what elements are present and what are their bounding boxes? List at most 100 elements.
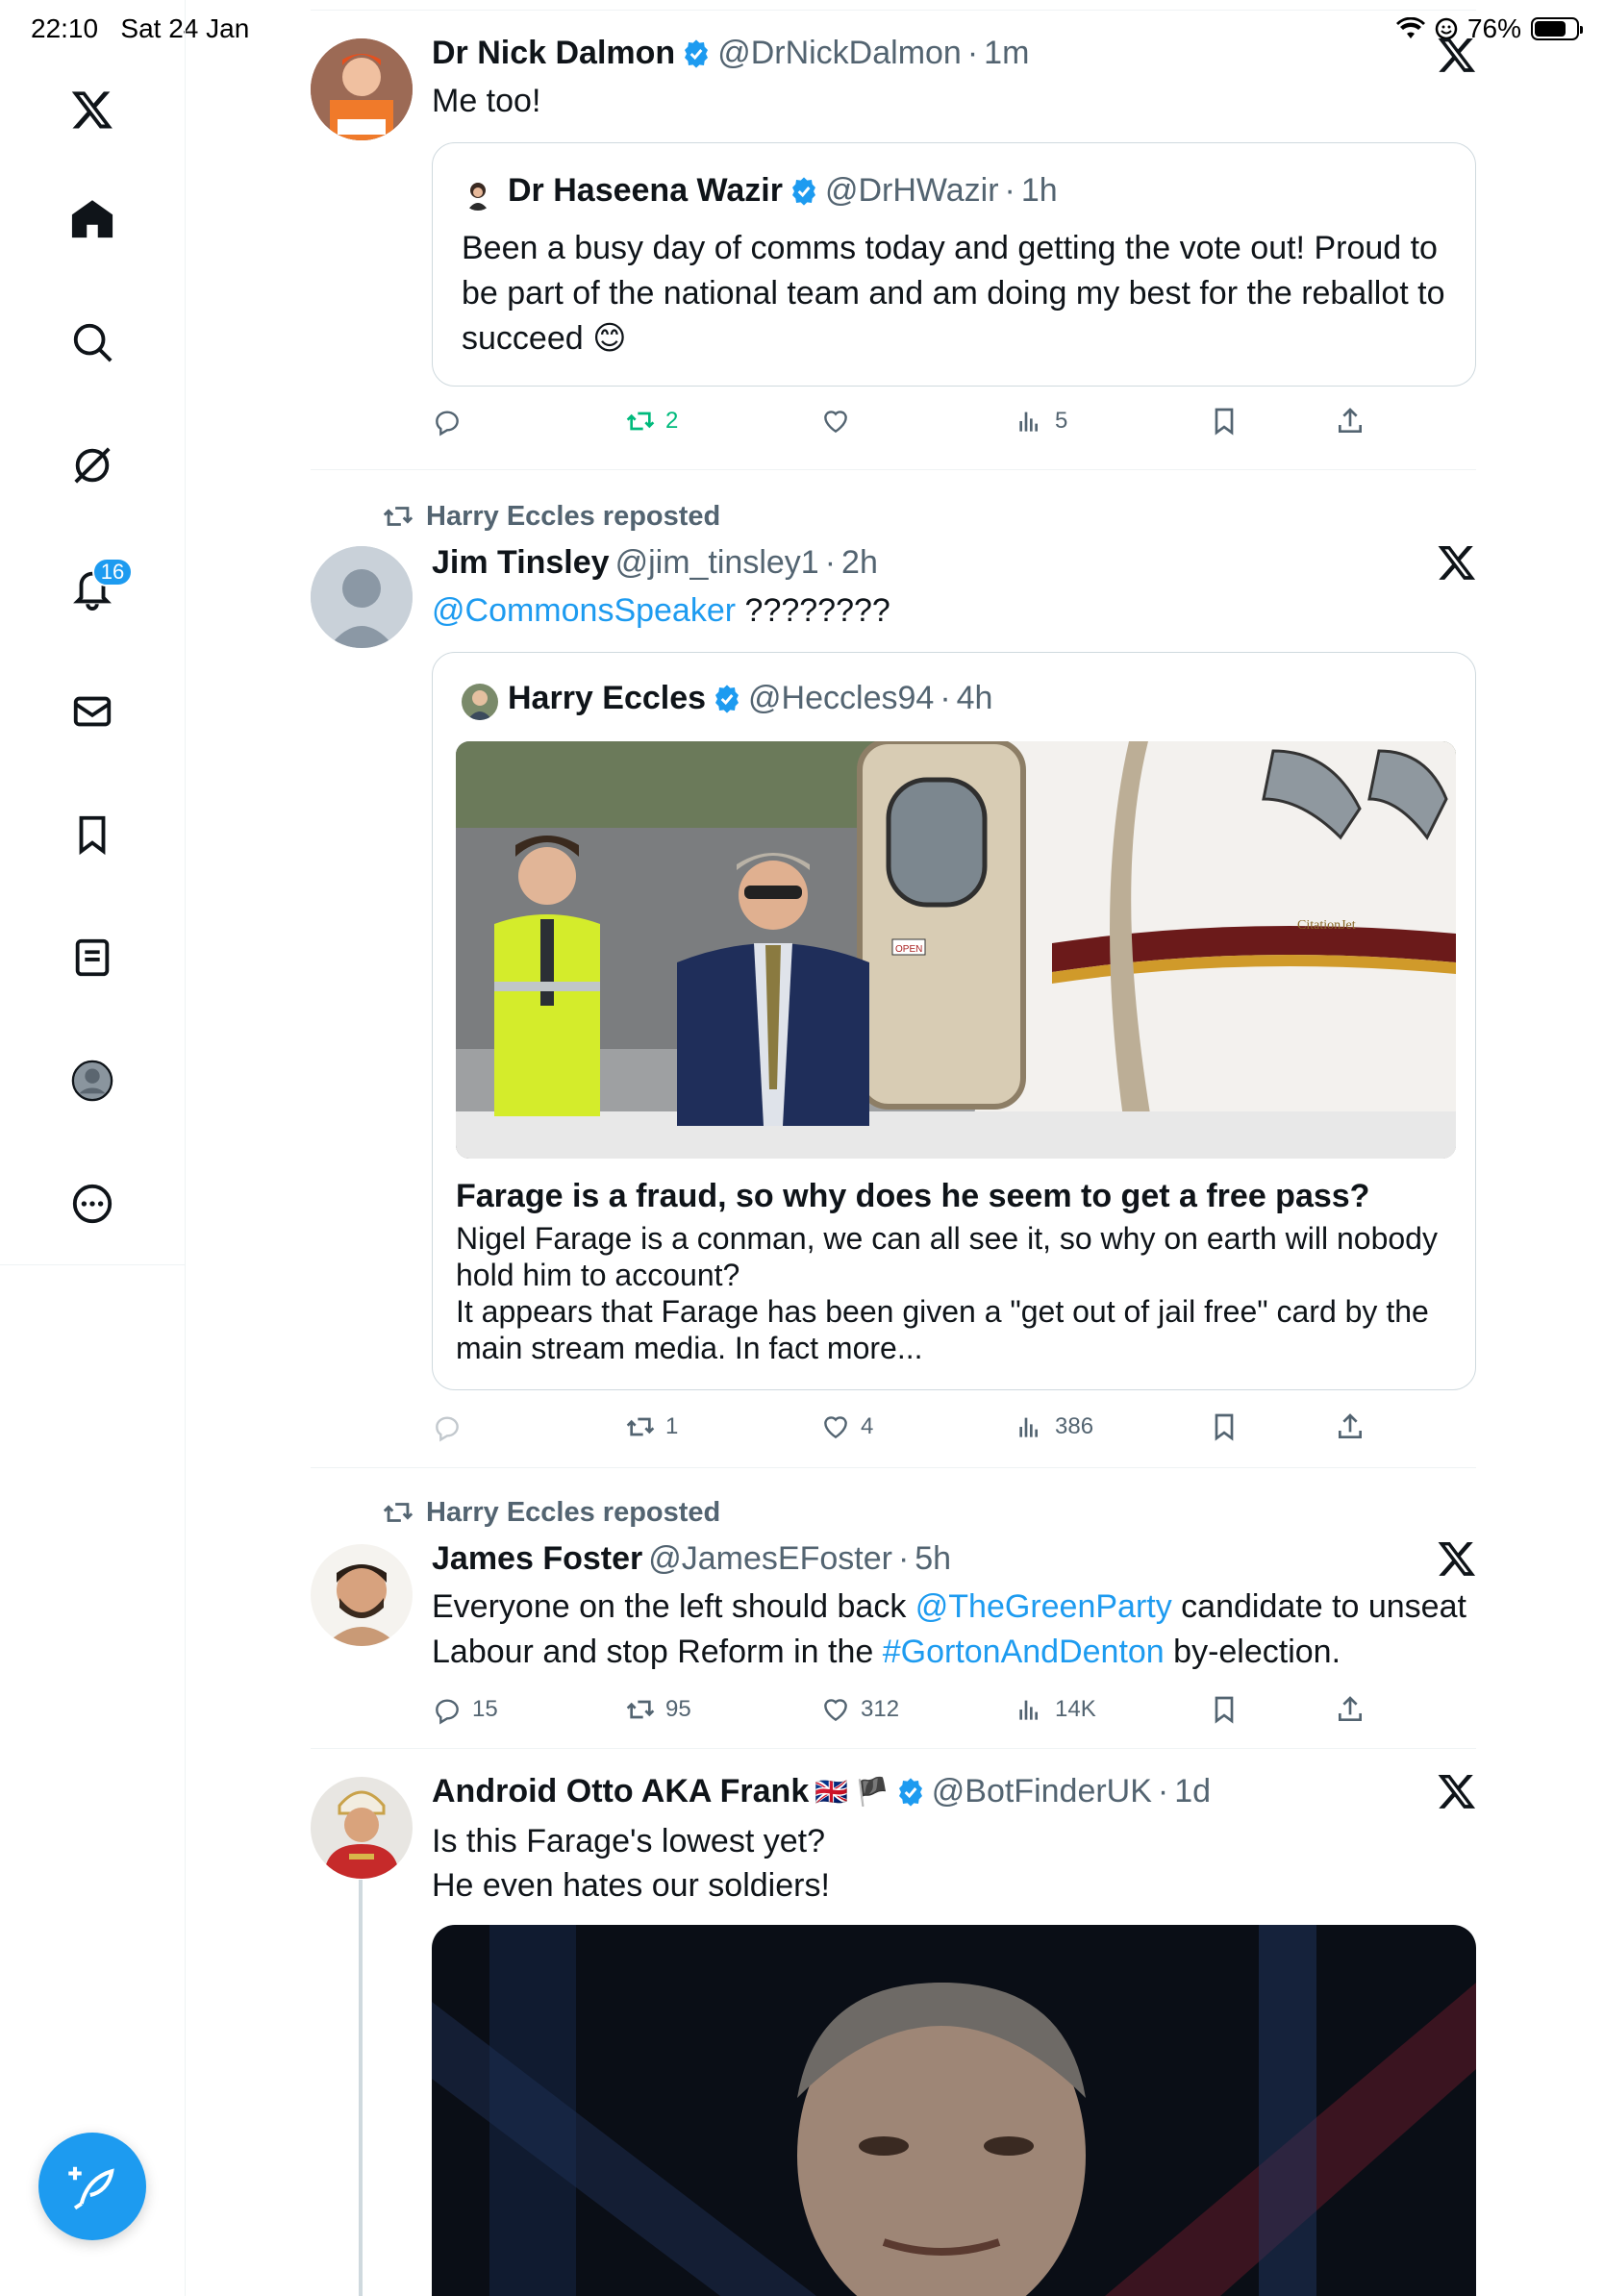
author-flags: 🇬🇧 🏴 xyxy=(815,1777,890,1807)
repost-icon xyxy=(626,1417,655,1436)
quote-header: Dr Haseena Wazir @DrHWazir · 1h xyxy=(508,172,1058,210)
mention-link[interactable]: @CommonsSpeaker xyxy=(432,592,736,629)
repost-button[interactable]: 2 xyxy=(625,406,678,437)
grok-icon[interactable] xyxy=(60,433,125,498)
bookmark-icon xyxy=(1215,408,1234,436)
repost-count: 95 xyxy=(665,1696,691,1722)
share-button[interactable] xyxy=(1335,406,1366,437)
share-button[interactable] xyxy=(1335,1694,1366,1725)
tweet-text: Me too! xyxy=(432,83,541,119)
like-button[interactable]: 4 xyxy=(820,1411,873,1442)
dot-separator: · xyxy=(940,680,951,716)
views-icon xyxy=(1019,1417,1038,1437)
quote-avatar xyxy=(462,178,494,211)
tweet-media-image[interactable] xyxy=(432,1925,1476,2296)
author-handle[interactable]: @DrNickDalmon xyxy=(717,35,962,72)
views-button[interactable]: 5 xyxy=(1015,406,1067,437)
share-icon xyxy=(1339,1696,1362,1721)
like-button[interactable]: 312 xyxy=(820,1694,899,1725)
verified-badge-icon xyxy=(715,684,739,713)
x-logo-icon[interactable] xyxy=(1437,35,1477,75)
tweet-2-header: Jim Tinsley @jim_tinsley1 · 2h xyxy=(432,544,878,582)
bookmark-button[interactable] xyxy=(1209,1411,1240,1442)
repost-label[interactable]: Harry Eccles reposted xyxy=(426,501,720,533)
tweet-text-line-1: Is this Farage's lowest yet? xyxy=(432,1823,825,1859)
heart-icon xyxy=(824,1416,847,1439)
like-count: 4 xyxy=(861,1413,874,1439)
dot-separator: · xyxy=(824,544,837,581)
profile-icon[interactable] xyxy=(60,1048,125,1113)
tweet-text-line-2: He even hates our soldiers! xyxy=(432,1867,830,1904)
tweet-3-header: James Foster @JamesEFoster · 5h xyxy=(432,1540,951,1578)
tweet-time[interactable]: 1d xyxy=(1174,1773,1211,1810)
tweet-time[interactable]: 2h xyxy=(841,544,878,582)
reply-button[interactable] xyxy=(432,1411,472,1442)
tweet-time[interactable]: 1m xyxy=(984,35,1029,72)
bookmark-button[interactable] xyxy=(1209,406,1240,437)
x-logo-icon[interactable] xyxy=(60,77,125,142)
lists-icon[interactable] xyxy=(60,925,125,990)
author-handle[interactable]: @JamesEFoster xyxy=(648,1540,892,1578)
messages-icon[interactable] xyxy=(60,679,125,744)
x-logo-icon[interactable] xyxy=(1437,1538,1477,1579)
hashtag-link[interactable]: #GortonAndDenton xyxy=(883,1634,1165,1670)
notifications-badge: 16 xyxy=(92,558,133,586)
quote-header: Harry Eccles @Heccles94 · 4h xyxy=(508,680,992,717)
avatar-dr-nick-dalmon[interactable] xyxy=(311,38,413,140)
avatar-android-otto[interactable] xyxy=(311,1777,413,1879)
thread-line xyxy=(359,1880,363,2296)
repost-count: 2 xyxy=(665,408,679,434)
quote-time: 1h xyxy=(1020,172,1058,209)
bookmarks-icon[interactable] xyxy=(60,802,125,867)
repost-label[interactable]: Harry Eccles reposted xyxy=(426,1497,720,1529)
compose-post-button[interactable] xyxy=(38,2133,146,2240)
image-plane-brand: CitationJet xyxy=(1297,918,1356,933)
tweet-divider xyxy=(311,1467,1476,1468)
mention-link[interactable]: @TheGreenParty xyxy=(915,1588,1172,1625)
views-count: 14K xyxy=(1055,1696,1096,1722)
repost-count: 1 xyxy=(665,1413,679,1439)
compose-post-icon xyxy=(68,2166,114,2210)
repost-icon xyxy=(626,412,655,431)
author-name[interactable]: Jim Tinsley xyxy=(432,544,610,582)
author-handle[interactable]: @BotFinderUK xyxy=(932,1773,1152,1810)
repost-icon xyxy=(383,507,414,526)
reply-button[interactable] xyxy=(432,406,472,437)
tweet-time[interactable]: 5h xyxy=(915,1540,951,1578)
x-logo-icon[interactable] xyxy=(1437,542,1477,583)
repost-context: Harry Eccles reposted xyxy=(382,500,720,533)
dot-separator: · xyxy=(897,1540,910,1577)
home-icon[interactable] xyxy=(60,187,125,252)
tweet-text-body: ???????? xyxy=(744,592,890,629)
bookmark-button[interactable] xyxy=(1209,1694,1240,1725)
author-handle[interactable]: @jim_tinsley1 xyxy=(615,544,819,582)
share-button[interactable] xyxy=(1335,1411,1366,1442)
search-icon[interactable] xyxy=(60,310,125,375)
like-button[interactable] xyxy=(820,406,861,437)
views-button[interactable]: 386 xyxy=(1015,1411,1093,1442)
quote-tweet-card[interactable]: Dr Haseena Wazir @DrHWazir · 1h Been a b… xyxy=(432,142,1476,387)
dot-separator: · xyxy=(1004,172,1015,209)
author-name[interactable]: Dr Nick Dalmon xyxy=(432,35,675,72)
tweet-4-header: Android Otto AKA Frank 🇬🇧 🏴 @BotFinderUK… xyxy=(432,1773,1211,1810)
reply-count: 15 xyxy=(472,1696,498,1722)
avatar-jim-tinsley[interactable] xyxy=(311,546,413,648)
repost-context: Harry Eccles reposted xyxy=(382,1496,720,1529)
quote-author-name: Harry Eccles xyxy=(508,680,707,716)
repost-icon xyxy=(383,1503,414,1522)
reply-button[interactable]: 15 xyxy=(432,1694,498,1725)
author-name[interactable]: Android Otto AKA Frank xyxy=(432,1773,809,1810)
x-logo-icon[interactable] xyxy=(1437,1771,1477,1811)
more-icon[interactable] xyxy=(60,1171,125,1236)
avatar-james-foster[interactable] xyxy=(311,1544,413,1646)
quote-tweet-card[interactable]: Harry Eccles @Heccles94 · 4h OPEN Citati… xyxy=(432,652,1476,1390)
quote-author-handle: @DrHWazir xyxy=(824,172,999,209)
tweet-1-header: Dr Nick Dalmon @DrNickDalmon · 1m xyxy=(432,35,1029,72)
quote-author-name: Dr Haseena Wazir xyxy=(508,172,783,209)
like-count: 312 xyxy=(861,1696,900,1722)
author-name[interactable]: James Foster xyxy=(432,1540,642,1578)
views-button[interactable]: 14K xyxy=(1015,1694,1096,1725)
repost-button[interactable]: 1 xyxy=(625,1411,678,1442)
repost-button[interactable]: 95 xyxy=(625,1694,691,1725)
article-image[interactable]: OPEN CitationJet xyxy=(456,741,1456,1159)
